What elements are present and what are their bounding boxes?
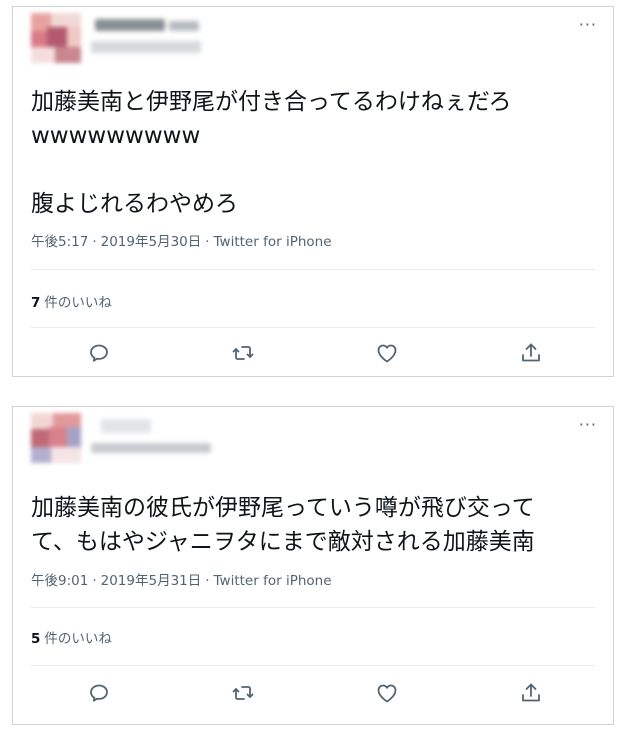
retweet-icon [232,346,254,360]
share-button[interactable] [519,341,543,365]
likes-link[interactable]: 7 件のいいね [31,291,112,311]
retweet-button[interactable] [231,681,255,705]
divider [31,665,595,666]
tweet-actions [31,341,595,371]
tweet-text: 加藤美南と伊野尾が付き合ってるわけねぇだろ wwwwwwwww 腹よじれるわやめ… [31,89,512,217]
tweet-time[interactable]: 午後5:17 [31,234,88,250]
more-options-icon[interactable]: ··· [579,415,597,434]
avatar[interactable] [31,13,81,63]
divider [31,327,595,328]
tweet-meta: 午後9:01 · 2019年5月31日 · Twitter for iPhone [31,569,332,589]
tweet-date[interactable]: 2019年5月31日 [101,573,202,589]
more-options-icon[interactable]: ··· [579,15,597,34]
reply-icon [90,344,108,362]
tweet-actions [31,681,595,711]
avatar[interactable] [31,413,81,463]
tweet-date[interactable]: 2019年5月30日 [101,234,202,250]
like-count: 7 [31,295,41,311]
share-button[interactable] [519,681,543,705]
tweet-card[interactable]: ··· 加藤美南と伊野尾が付き合ってるわけねぇだろ wwwwwwwww 腹よじれ… [12,6,614,377]
retweet-button[interactable] [231,341,255,365]
reply-button[interactable] [87,341,111,365]
meta-separator: · [92,573,97,589]
divider [31,607,595,608]
user-name-redacted [91,417,221,463]
tweet-card[interactable]: ··· 加藤美南の彼氏が伊野尾っていう噂が飛び交って て、もはやジャニヲタにまで… [12,406,614,725]
user-name-redacted [91,17,221,63]
like-count: 5 [31,631,41,647]
tweet-source[interactable]: Twitter for iPhone [214,234,332,250]
divider [31,269,595,270]
meta-separator: · [205,234,210,250]
reply-icon [90,684,108,702]
tweet-time[interactable]: 午後9:01 [31,573,88,589]
reply-button[interactable] [87,681,111,705]
heart-icon [377,684,397,703]
tweet-source[interactable]: Twitter for iPhone [214,573,332,589]
meta-separator: · [205,573,210,589]
likes-link[interactable]: 5 件のいいね [31,627,112,647]
like-label: 件のいいね [44,295,112,311]
share-icon [522,683,540,702]
share-icon [522,343,540,362]
like-label: 件のいいね [44,631,112,647]
like-button[interactable] [375,681,399,705]
tweet-text: 加藤美南の彼氏が伊野尾っていう噂が飛び交って て、もはやジャニヲタにまで敵対され… [31,495,535,555]
heart-icon [377,344,397,363]
like-button[interactable] [375,341,399,365]
tweet-meta: 午後5:17 · 2019年5月30日 · Twitter for iPhone [31,230,332,250]
retweet-icon [232,686,254,700]
meta-separator: · [92,234,97,250]
